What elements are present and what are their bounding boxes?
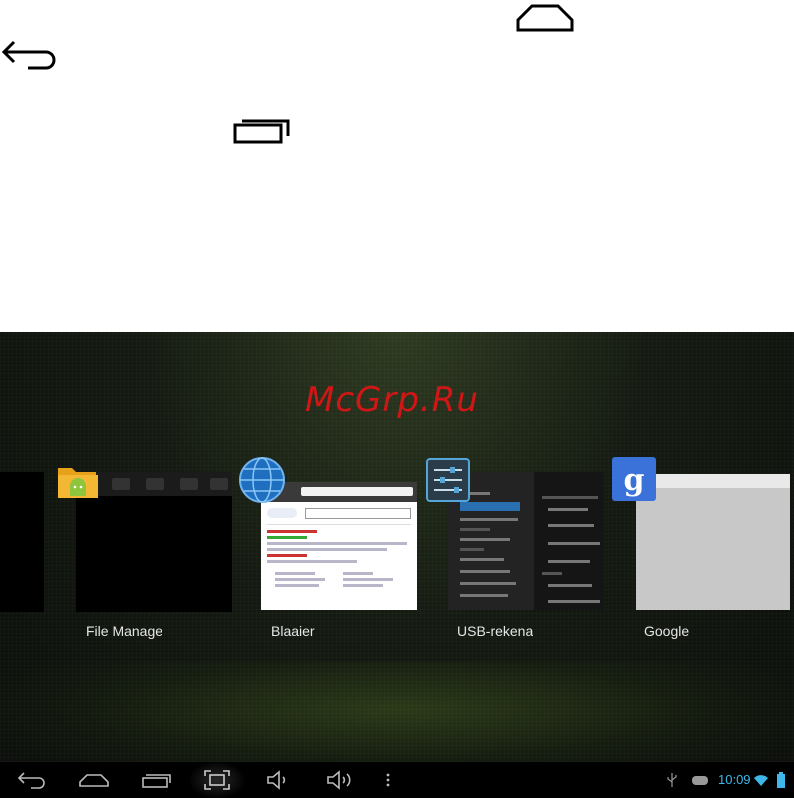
watermark: McGrp.Ru [305,380,479,420]
app-label: Blaaier [271,623,315,639]
app-label: Google [644,623,690,639]
browser-globe-icon [238,456,286,504]
app-label: USB-rekena [457,623,533,639]
volume-up-icon[interactable] [322,762,358,798]
home-icon[interactable] [76,762,112,798]
recent-apps-icon [232,112,294,146]
app-label: File Manage [86,623,162,639]
google-g-icon: g [612,457,656,501]
system-navigation-bar: 10:09 [0,762,794,798]
file-manager-icon [56,460,100,504]
app-thumbnail[interactable] [448,472,604,610]
clock-time: 10:09 [718,772,751,787]
partial-app-thumbnail[interactable] [0,472,44,612]
gamepad-icon [690,762,710,798]
home-icon [514,0,576,34]
volume-down-icon[interactable] [260,762,296,798]
back-arrow-icon [0,36,60,72]
battery-icon [772,762,790,798]
screenshot-icon[interactable] [190,762,244,798]
usb-icon [664,762,680,798]
settings-sliders-icon [426,458,470,502]
svg-text:g: g [624,463,645,498]
recent-apps-icon[interactable] [138,762,174,798]
wifi-icon [752,762,770,798]
app-thumbnail[interactable] [636,474,790,610]
back-icon[interactable] [14,762,50,798]
menu-icon[interactable] [378,762,398,798]
